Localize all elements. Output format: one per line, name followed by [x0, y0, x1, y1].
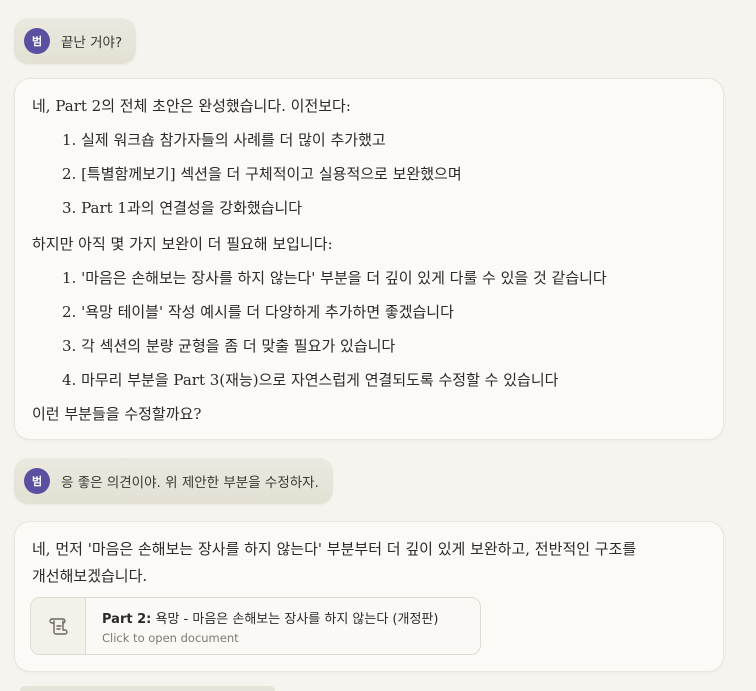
assistant-message: 네, 먼저 '마음은 손해보는 장사를 하지 않는다' 부분부터 더 깊이 있게…: [14, 521, 724, 672]
list-item: 4. 마무리 부분을 Part 3(재능)으로 자연스럽게 연결되도록 수정할 …: [62, 371, 559, 389]
list-item: 1. 실제 워크숍 참가자들의 사례를 더 많이 추가했고: [62, 131, 386, 149]
list-item: 2. [특별함께보기] 섹션을 더 구체적이고 실용적으로 보완했으며: [62, 165, 462, 183]
assistant-reply-line: 개선해보겠습니다.: [32, 567, 148, 585]
artifact-body: Part 2: 욕망 - 마음은 손해보는 장사를 하지 않는다 (개정판) C…: [86, 598, 438, 654]
artifact-card[interactable]: Part 2: 욕망 - 마음은 손해보는 장사를 하지 않는다 (개정판) C…: [30, 597, 481, 655]
list-item: 3. 각 섹션의 분량 균형을 좀 더 맞출 필요가 있습니다: [62, 337, 396, 355]
artifact-title-text: 욕망 - 마음은 손해보는 장사를 하지 않는다 (개정판): [151, 612, 439, 627]
artifact-icon-box: [31, 598, 86, 654]
user-avatar: 범: [24, 28, 50, 54]
list-item: 3. Part 1과의 연결성을 강화했습니다: [62, 199, 303, 217]
artifact-subtitle: Click to open document: [102, 631, 239, 645]
assistant-outro: 이런 부분들을 수정할까요?: [32, 405, 202, 423]
user-message-text: 끝난 거야?: [61, 35, 123, 51]
user-message: 범 응 좋은 의견이야. 위 제안한 부분을 수정하자.: [14, 458, 333, 504]
assistant-middle: 하지만 아직 몇 가지 보완이 더 필요해 보입니다:: [32, 235, 333, 253]
assistant-reply-line: 네, 먼저 '마음은 손해보는 장사를 하지 않는다' 부분부터 더 깊이 있게…: [32, 540, 637, 558]
assistant-message: 네, Part 2의 전체 초안은 완성했습니다. 이전보다: 1. 실제 워크…: [14, 78, 724, 440]
list-item: 2. '욕망 테이블' 작성 예시를 더 다양하게 추가하면 좋겠습니다: [62, 303, 454, 321]
assistant-intro: 네, Part 2의 전체 초안은 완성했습니다. 이전보다:: [32, 97, 351, 115]
next-message-stub: [20, 686, 275, 691]
artifact-title-prefix: Part 2:: [102, 612, 152, 627]
list-item: 1. '마음은 손해보는 장사를 하지 않는다' 부분을 더 깊이 있게 다룰 …: [62, 269, 607, 287]
user-avatar: 범: [24, 468, 50, 494]
artifact-title: Part 2: 욕망 - 마음은 손해보는 장사를 하지 않는다 (개정판): [102, 608, 438, 627]
user-message-text: 응 좋은 의견이야. 위 제안한 부분을 수정하자.: [61, 475, 319, 491]
user-message: 범 끝난 거야?: [14, 18, 137, 64]
document-scroll-icon: [49, 618, 68, 635]
